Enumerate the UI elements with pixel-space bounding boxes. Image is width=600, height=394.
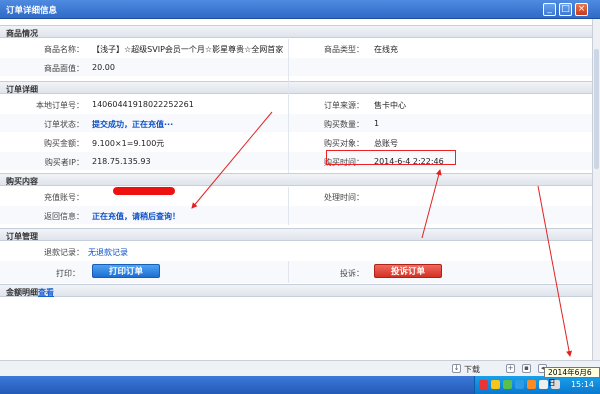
section-amount-detail: 金额明细查看 [0,284,592,297]
return-info-label: 返回信息： [44,212,84,221]
order-source-label: 订单来源： [324,101,364,110]
row-print-complaint: 打印： 打印订单 投诉： 投诉订单 [0,261,592,283]
local-order-no-label: 本地订单号： [36,101,84,110]
download-icon[interactable]: ↓ [452,364,461,373]
purchase-amount-label: 购买金额： [44,139,84,148]
window-titlebar: 订单详细信息 _ □ × [0,0,600,19]
refund-label: 退款记录： [44,248,84,257]
refund-value: 无退款记录 [88,248,128,257]
maximize-icon: □ [561,4,570,14]
row-product-price: 商品面值： 20.00 [0,58,592,76]
section-order-title: 订单详细 [6,85,38,94]
buyer-ip-value: 218.75.135.93 [92,157,151,166]
local-order-no-value: 14060441918022252261 [92,100,194,109]
vertical-scrollbar[interactable] [592,19,600,360]
product-type-label: 商品类型： [324,45,364,54]
system-tray: 15:14 [474,376,600,394]
column-divider-mid [288,187,289,225]
process-time-label: 处理时间： [324,193,364,202]
row-order-status: 订单状态： 提交成功，正在充值··· 购买数量： 1 [0,114,592,132]
row-purchase-ip: 购买者IP： 218.75.135.93 购买时间： 2014-6-4 2:22… [0,152,592,170]
row-product-name: 商品名称： 【浅子】☆超级SVIP会员一个月☆影星尊贵☆全网首家 商品类型： 在… [0,39,592,57]
row-recharge-account: 充值账号： 处理时间： [0,187,592,205]
shield-icon[interactable] [515,380,524,389]
print-label: 打印： [56,269,80,278]
pen-icon[interactable] [491,380,500,389]
purchase-qty-label: 购买数量： [324,120,364,129]
column-divider-bottom [288,261,289,283]
section-product: 商品情况 [0,25,592,38]
order-status-label: 订单状态： [44,120,84,129]
section-purchase-title: 购买内容 [6,177,38,186]
status-bar: ↓ 下载 + ▪ ◂ [0,360,600,376]
maximize-button[interactable]: □ [559,3,572,16]
window-title: 订单详细信息 [6,6,58,16]
taskbar: 15:14 [0,376,600,394]
section-purchase: 购买内容 [0,173,592,186]
close-button[interactable]: × [575,3,588,16]
app-icon[interactable] [527,380,536,389]
redacted-account-mark [113,187,175,195]
complaint-label: 投诉： [340,269,364,278]
download-label[interactable]: 下载 [464,364,480,375]
complaint-order-button[interactable]: 投诉订单 [374,264,442,278]
purchase-target-value: 总账号 [374,139,398,148]
section-product-title: 商品情况 [6,29,38,38]
row-refund: 退款记录： 无退款记录 [0,242,592,260]
product-price-label: 商品面值： [44,64,84,73]
close-icon: × [577,4,586,14]
print-order-button[interactable]: 打印订单 [92,264,160,278]
product-price-value: 20.00 [92,63,115,72]
section-amount-detail-title: 金额明细查看 [6,287,54,298]
order-source-value: 售卡中心 [374,101,406,110]
purchase-qty-value: 1 [374,119,380,128]
trash-icon[interactable]: ▪ [522,364,531,373]
purchase-amount-value: 9.100×1=9.100元 [92,139,165,148]
amount-detail-view-link[interactable]: 查看 [38,288,54,297]
scrollbar-thumb[interactable] [594,49,599,169]
row-purchase-amount: 购买金额： 9.100×1=9.100元 购买对象： 总账号 [0,133,592,151]
product-type-value: 在线充 [374,45,398,54]
minimize-button[interactable]: _ [543,3,556,16]
minimize-icon: _ [547,4,552,14]
section-order: 订单详细 [0,81,592,94]
section-management: 订单管理 [0,228,592,241]
buyer-ip-label: 购买者IP： [44,158,84,167]
order-detail-content: 商品情况 商品名称： 【浅子】☆超级SVIP会员一个月☆影星尊贵☆全网首家 商品… [0,19,592,355]
date-tooltip: 2014年6月6日 [544,367,600,387]
purchase-target-label: 购买对象： [324,139,364,148]
section-management-title: 订单管理 [6,232,38,241]
product-name-label: 商品名称： [44,45,84,54]
return-info-value: 正在充值，请稍后查询！ [92,212,180,221]
taskbar-clock[interactable]: 15:14 [571,380,594,389]
sogou-icon[interactable] [479,380,488,389]
speaker-icon[interactable] [539,380,548,389]
column-divider-top [288,39,289,173]
order-status-value: 提交成功，正在充值··· [92,120,174,129]
purchase-time-highlight [326,150,456,165]
settings-icon[interactable]: + [506,364,515,373]
row-local-order-no: 本地订单号： 14060441918022252261 订单来源： 售卡中心 [0,95,592,113]
product-name-value: 【浅子】☆超级SVIP会员一个月☆影星尊贵☆全网首家 [92,45,284,54]
row-return-info: 返回信息： 正在充值，请稍后查询！ [0,206,592,224]
amount-detail-title-text: 金额明细 [6,288,38,297]
network-icon[interactable] [503,380,512,389]
recharge-account-label: 充值账号： [44,193,84,202]
